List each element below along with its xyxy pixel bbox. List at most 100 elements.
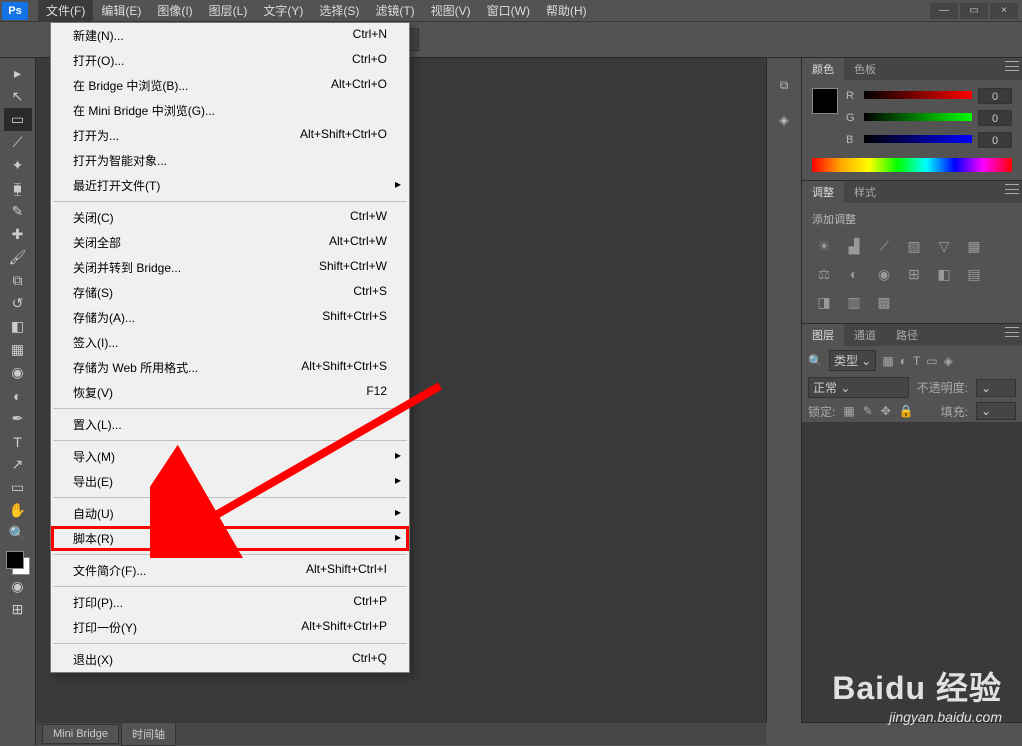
lock-pixels-icon[interactable]: ▦ bbox=[843, 404, 854, 418]
tab-channels[interactable]: 通道 bbox=[844, 324, 886, 346]
blur-tool[interactable]: ◉ bbox=[4, 361, 32, 384]
menu-help[interactable]: 帮助(H) bbox=[538, 0, 595, 21]
b-value[interactable]: 0 bbox=[978, 132, 1012, 148]
tab-paths[interactable]: 路径 bbox=[886, 324, 928, 346]
menu-item[interactable]: 最近打开文件(T)▸ bbox=[51, 173, 409, 198]
lock-all-icon[interactable]: 🔒 bbox=[899, 404, 914, 418]
panel-menu-icon[interactable] bbox=[1005, 61, 1019, 71]
history-brush-tool[interactable]: ↺ bbox=[4, 292, 32, 315]
filter-adjust-icon[interactable]: ◐ bbox=[900, 354, 907, 368]
menu-type[interactable]: 文字(Y) bbox=[255, 0, 311, 21]
opacity-input[interactable]: ⌄ bbox=[976, 379, 1016, 397]
hue-icon[interactable]: ▦ bbox=[964, 237, 984, 255]
threshold-icon[interactable]: ◨ bbox=[814, 293, 834, 311]
vibrance-icon[interactable]: ▽ bbox=[934, 237, 954, 255]
menu-view[interactable]: 视图(V) bbox=[423, 0, 479, 21]
menu-layer[interactable]: 图层(L) bbox=[201, 0, 256, 21]
menu-item[interactable]: 导入(M)▸ bbox=[51, 444, 409, 469]
lock-move-icon[interactable]: ✥ bbox=[881, 404, 891, 418]
menu-edit[interactable]: 编辑(E) bbox=[93, 0, 149, 21]
brush-tool[interactable]: 🖌 bbox=[4, 246, 32, 269]
menu-item[interactable]: 存储(S)Ctrl+S bbox=[51, 280, 409, 305]
type-tool[interactable]: T bbox=[4, 430, 32, 453]
photo-filter-icon[interactable]: ◉ bbox=[874, 265, 894, 283]
layer-filter-select[interactable]: 类型 ⌄ bbox=[829, 350, 876, 371]
menu-item[interactable]: 文件简介(F)...Alt+Shift+Ctrl+I bbox=[51, 558, 409, 583]
zoom-tool[interactable]: 🔍 bbox=[4, 522, 32, 545]
expand-icon[interactable]: ▸ bbox=[4, 62, 32, 85]
menu-item[interactable]: 在 Bridge 中浏览(B)...Alt+Ctrl+O bbox=[51, 73, 409, 98]
r-value[interactable]: 0 bbox=[978, 88, 1012, 104]
healing-tool[interactable]: ✚ bbox=[4, 223, 32, 246]
pen-tool[interactable]: ✒ bbox=[4, 407, 32, 430]
panel-menu-icon[interactable] bbox=[1005, 184, 1019, 194]
menu-item[interactable]: 关闭并转到 Bridge...Shift+Ctrl+W bbox=[51, 255, 409, 280]
menu-item[interactable]: 打印一份(Y)Alt+Shift+Ctrl+P bbox=[51, 615, 409, 640]
mixer-icon[interactable]: ⊞ bbox=[904, 265, 924, 283]
menu-file[interactable]: 文件(F) bbox=[38, 0, 93, 21]
wand-tool[interactable]: ✦ bbox=[4, 154, 32, 177]
hand-tool[interactable]: ✋ bbox=[4, 499, 32, 522]
fill-input[interactable]: ⌄ bbox=[976, 402, 1016, 420]
menu-item[interactable]: 打印(P)...Ctrl+P bbox=[51, 590, 409, 615]
balance-icon[interactable]: ⚖ bbox=[814, 265, 834, 283]
path-select-tool[interactable]: ↗ bbox=[4, 453, 32, 476]
selective-icon[interactable]: ▩ bbox=[874, 293, 894, 311]
menu-item[interactable]: 在 Mini Bridge 中浏览(G)... bbox=[51, 98, 409, 123]
r-slider[interactable] bbox=[864, 91, 972, 101]
marquee-tool[interactable]: ▭ bbox=[4, 108, 32, 131]
foreground-background-swatch[interactable] bbox=[6, 551, 30, 575]
menu-item[interactable]: 退出(X)Ctrl+Q bbox=[51, 647, 409, 672]
menu-select[interactable]: 选择(S) bbox=[311, 0, 367, 21]
history-panel-icon[interactable]: ⧉ bbox=[780, 78, 789, 93]
tab-swatches[interactable]: 色板 bbox=[844, 58, 886, 80]
foreground-color[interactable] bbox=[6, 551, 24, 569]
menu-item[interactable]: 关闭全部Alt+Ctrl+W bbox=[51, 230, 409, 255]
stamp-tool[interactable]: ⧉ bbox=[4, 269, 32, 292]
menu-item[interactable]: 打开为...Alt+Shift+Ctrl+O bbox=[51, 123, 409, 148]
filter-pixel-icon[interactable]: ▦ bbox=[882, 354, 893, 368]
gradient-tool[interactable]: ▦ bbox=[4, 338, 32, 361]
eyedropper-tool[interactable]: ✎ bbox=[4, 200, 32, 223]
menu-item[interactable]: 打开为智能对象... bbox=[51, 148, 409, 173]
menu-item[interactable]: 自动(U)▸ bbox=[51, 501, 409, 526]
lock-brush-icon[interactable]: ✎ bbox=[863, 404, 873, 418]
tab-color[interactable]: 颜色 bbox=[802, 58, 844, 80]
curves-icon[interactable]: ⟋ bbox=[874, 237, 894, 255]
menu-item[interactable]: 签入(I)... bbox=[51, 330, 409, 355]
tab-adjustments[interactable]: 调整 bbox=[802, 181, 844, 203]
gradient-map-icon[interactable]: ▥ bbox=[844, 293, 864, 311]
g-slider[interactable] bbox=[864, 113, 972, 123]
invert-icon[interactable]: ◧ bbox=[934, 265, 954, 283]
b-slider[interactable] bbox=[864, 135, 972, 145]
layer-blend-select[interactable]: 正常 ⌄ bbox=[808, 377, 909, 398]
menu-item[interactable]: 置入(L)... bbox=[51, 412, 409, 437]
dodge-tool[interactable]: ◐ bbox=[4, 384, 32, 407]
filter-shape-icon[interactable]: ▭ bbox=[926, 354, 937, 368]
search-icon[interactable]: 🔍 bbox=[808, 354, 823, 368]
menu-item[interactable]: 打开(O)...Ctrl+O bbox=[51, 48, 409, 73]
eraser-tool[interactable]: ◧ bbox=[4, 315, 32, 338]
tab-layers[interactable]: 图层 bbox=[802, 324, 844, 346]
properties-panel-icon[interactable]: ◈ bbox=[779, 113, 788, 127]
color-preview-swatch[interactable] bbox=[812, 88, 838, 114]
menu-window[interactable]: 窗口(W) bbox=[479, 0, 538, 21]
filter-smart-icon[interactable]: ◈ bbox=[944, 354, 953, 368]
menu-item[interactable]: 新建(N)...Ctrl+N bbox=[51, 23, 409, 48]
screenmode-tool[interactable]: ⊞ bbox=[4, 598, 32, 621]
exposure-icon[interactable]: ▨ bbox=[904, 237, 924, 255]
menu-item[interactable]: 关闭(C)Ctrl+W bbox=[51, 205, 409, 230]
lasso-tool[interactable]: ⟋ bbox=[4, 131, 32, 154]
menu-item[interactable]: 导出(E)▸ bbox=[51, 469, 409, 494]
menu-filter[interactable]: 滤镜(T) bbox=[367, 0, 422, 21]
menu-item[interactable]: 脚本(R)▸ bbox=[51, 526, 409, 551]
menu-item[interactable]: 恢复(V)F12 bbox=[51, 380, 409, 405]
maximize-button[interactable]: ▭ bbox=[960, 3, 988, 19]
quickmask-tool[interactable]: ◉ bbox=[4, 575, 32, 598]
tab-styles[interactable]: 样式 bbox=[844, 181, 886, 203]
tab-timeline[interactable]: 时间轴 bbox=[121, 722, 176, 746]
filter-type-icon[interactable]: T bbox=[913, 354, 920, 368]
menu-item[interactable]: 存储为 Web 所用格式...Alt+Shift+Ctrl+S bbox=[51, 355, 409, 380]
menu-image[interactable]: 图像(I) bbox=[149, 0, 200, 21]
g-value[interactable]: 0 bbox=[978, 110, 1012, 126]
